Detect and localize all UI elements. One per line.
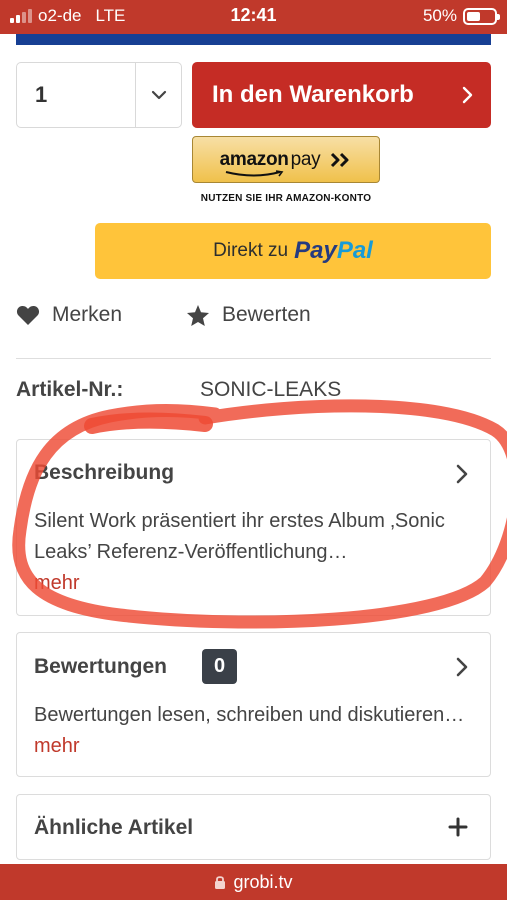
url-domain: grobi.tv <box>233 871 293 892</box>
add-to-cart-label: In den Warenkorb <box>212 81 414 108</box>
divider <box>16 358 491 359</box>
quantity-dropdown-toggle[interactable] <box>135 63 181 127</box>
battery-level <box>467 11 480 21</box>
paypal-logo-pay: Pay <box>294 237 337 264</box>
double-chevron-icon <box>331 152 349 167</box>
reviews-count-badge: 0 <box>202 649 237 684</box>
amazon-pay-button[interactable]: amazon pay <box>192 136 380 183</box>
battery-percent: 50% <box>422 6 457 25</box>
paypal-logo-pal: Pal <box>336 237 373 264</box>
rate-link[interactable]: Bewerten <box>186 303 311 327</box>
battery-icon <box>463 7 500 25</box>
reviews-text: Bewertungen lesen, schreiben und diskuti… <box>34 700 474 762</box>
add-to-cart-button[interactable]: In den Warenkorb <box>192 62 491 128</box>
status-right: 50% <box>422 6 500 26</box>
heart-icon <box>16 305 40 325</box>
rate-label: Bewerten <box>222 303 311 326</box>
amazon-pay-word: pay <box>290 148 321 170</box>
url-bar[interactable]: grobi.tv <box>0 864 507 900</box>
product-image-edge <box>16 34 491 45</box>
similar-items-section[interactable]: Ähnliche Artikel <box>16 794 491 860</box>
chevron-down-icon <box>151 90 166 100</box>
description-section[interactable]: Beschreibung Silent Work präsentiert ihr… <box>16 439 491 616</box>
plus-icon <box>448 817 468 837</box>
wishlist-link[interactable]: Merken <box>16 303 122 327</box>
article-number-value: SONIC-LEAKS <box>200 378 342 401</box>
paypal-prefix: Direkt zu <box>213 240 289 261</box>
wishlist-label: Merken <box>52 303 123 326</box>
status-bar: o2-de LTE 12:41 50% <box>0 0 507 34</box>
reviews-snippet: Bewertungen lesen, schreiben und diskuti… <box>34 704 465 726</box>
article-number-label: Artikel-Nr.: <box>16 378 124 401</box>
amazon-smile-icon <box>225 169 284 176</box>
amazon-pay-brand: amazon <box>219 148 289 170</box>
star-icon <box>187 304 209 326</box>
description-snippet: Silent Work präsentiert ihr erstes Album… <box>34 510 445 563</box>
chevron-right-icon <box>456 464 468 484</box>
lock-icon <box>215 875 226 889</box>
amazon-pay-logo: amazon pay <box>219 148 321 176</box>
description-title: Beschreibung <box>34 461 175 484</box>
reviews-more-link[interactable]: mehr <box>34 735 80 757</box>
description-text: Silent Work präsentiert ihr erstes Album… <box>34 506 474 599</box>
reviews-section[interactable]: Bewertungen 0 Bewertungen lesen, schreib… <box>16 632 491 777</box>
chevron-right-icon <box>461 86 491 104</box>
quantity-value: 1 <box>35 82 48 107</box>
paypal-button[interactable]: Direkt zu PayPal <box>95 223 491 279</box>
chevron-right-icon <box>456 657 468 677</box>
amazon-pay-note: NUTZEN SIE IHR AMAZON-KONTO <box>200 193 372 204</box>
description-more-link[interactable]: mehr <box>34 572 80 594</box>
similar-items-title: Ähnliche Artikel <box>34 816 194 839</box>
reviews-title: Bewertungen <box>34 655 168 678</box>
quantity-select[interactable]: 1 <box>16 62 182 128</box>
paypal-logo: PayPal <box>294 237 373 265</box>
